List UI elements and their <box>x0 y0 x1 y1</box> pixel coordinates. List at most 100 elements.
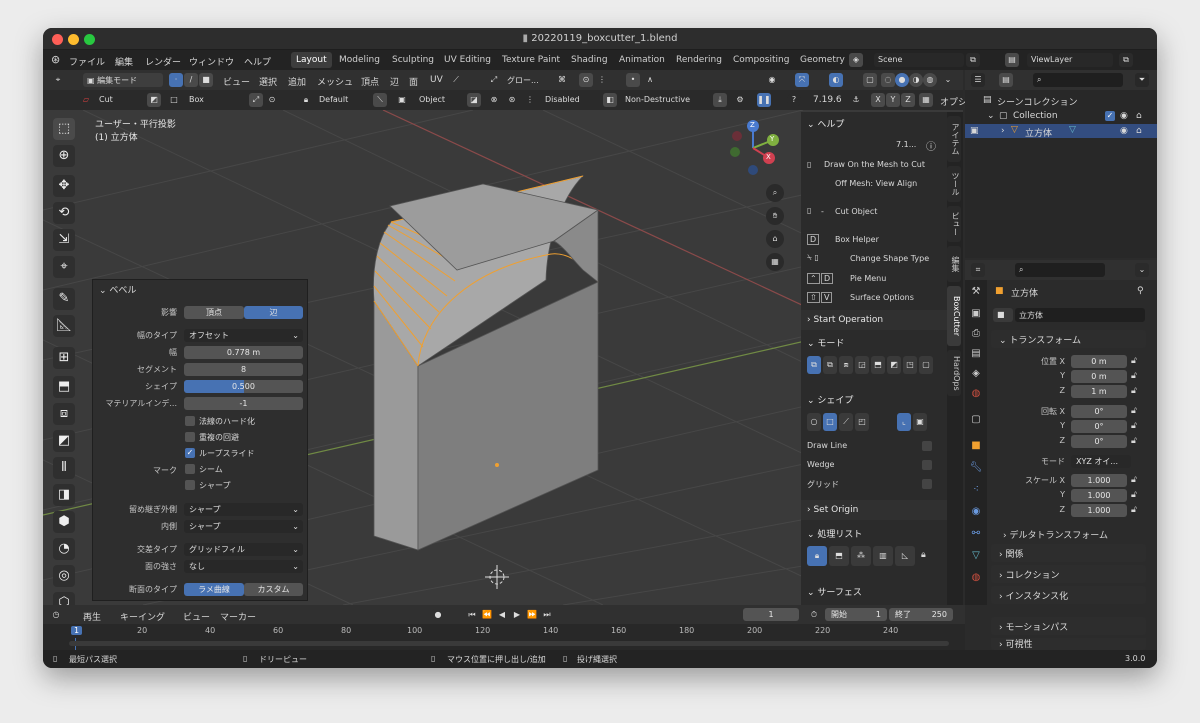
boolean-icon[interactable]: ◪ <box>467 93 481 107</box>
intersection-type-dropdown[interactable]: グリッドフィル ⌄ <box>184 543 303 556</box>
pause-icon[interactable]: ❚❚ <box>757 93 771 107</box>
object-eye-icon[interactable]: ◉ <box>1120 126 1128 136</box>
mode-section-header[interactable]: ⌄ モード <box>801 331 949 351</box>
render-props-icon[interactable]: ▣ <box>969 308 983 322</box>
shape-circle-icon[interactable]: ○ <box>807 413 821 431</box>
frame-start-field[interactable]: 開始 1 <box>825 608 887 621</box>
material-props-icon[interactable]: ◍ <box>969 572 983 586</box>
lock-icon[interactable]: 🔒︎ <box>299 93 313 107</box>
object-icon[interactable]: ▣ <box>395 93 409 107</box>
mode-make-icon[interactable]: ▢ <box>919 356 933 374</box>
poly-build-tool-icon[interactable]: ⬢ <box>53 511 75 533</box>
miter-outer-dropdown[interactable]: シャープ ⌄ <box>184 503 303 516</box>
collection-exclude-checkbox[interactable]: ✓ <box>1105 111 1115 121</box>
smooth-tool-icon[interactable]: ◎ <box>53 565 75 587</box>
menu-render[interactable]: レンダー <box>145 55 181 68</box>
visibility-panel-header[interactable]: › 可視性 <box>991 638 1146 650</box>
rotation-mode-dropdown[interactable]: XYZ オイ... <box>1071 455 1131 468</box>
menu-vertex[interactable]: 頂点 <box>361 75 379 88</box>
blender-logo-icon[interactable]: ⊛ <box>51 53 60 66</box>
shading-options-icon[interactable]: ⌄ <box>941 73 955 87</box>
transform-orientation-icon[interactable]: ⤢ <box>487 73 501 87</box>
menu-view[interactable]: ビュー <box>223 75 250 88</box>
menu-playback[interactable]: 再生 <box>83 610 101 623</box>
collection-label[interactable]: Collection <box>1013 111 1058 121</box>
inset-tool-icon[interactable]: ⧈ <box>53 403 75 425</box>
lock-location-z-icon[interactable]: 🔓︎ <box>1131 386 1137 396</box>
collection-eye-icon[interactable]: ◉ <box>1120 111 1128 121</box>
tab-view[interactable]: ビュー <box>947 206 961 242</box>
menu-face[interactable]: 面 <box>409 75 418 88</box>
tab-compositing[interactable]: Compositing <box>728 52 794 68</box>
lock-rotation-y-icon[interactable]: 🔓︎ <box>1131 421 1137 431</box>
ring-icon-2[interactable]: ⊛ <box>505 93 519 107</box>
outliner-row-cube[interactable]: ▣ › ▽ 立方体 ▽ ◉ ⌂ <box>965 124 1157 139</box>
tab-geometry[interactable]: Geometry <box>795 52 850 68</box>
gizmo-neg-z[interactable] <box>748 165 758 175</box>
lock-rotation-z-icon[interactable]: 🔓︎ <box>1131 436 1137 446</box>
xray-icon[interactable]: ▢ <box>863 73 877 87</box>
process-lock-icon[interactable]: 🔒︎ <box>807 546 827 566</box>
transform-tool-icon[interactable]: ⌖ <box>53 256 75 278</box>
collection-props-icon[interactable]: ▢ <box>969 414 983 428</box>
mirror-y-button[interactable]: Y <box>886 93 900 107</box>
process-box-icon[interactable]: ⬒ <box>829 546 849 566</box>
orientation-selector[interactable]: グロー... <box>503 73 563 87</box>
lock-scale-x-icon[interactable]: 🔓︎ <box>1131 475 1137 485</box>
object-name-field[interactable]: 立方体 <box>1015 308 1145 322</box>
copy-view-layer-icon[interactable]: ⧉ <box>1119 53 1133 67</box>
scale-tool-icon[interactable]: ⇲ <box>53 229 75 251</box>
surface-section-header[interactable]: ⌄ サーフェス <box>801 580 949 600</box>
relations-panel-header[interactable]: › 関係 <box>991 544 1146 562</box>
transform-panel-header[interactable]: ⌄ トランスフォーム <box>991 330 1146 348</box>
menu-edit[interactable]: 編集 <box>115 55 133 68</box>
gizmo-neg-x[interactable] <box>732 131 742 141</box>
spin-tool-icon[interactable]: ◔ <box>53 538 75 560</box>
falloff-icon[interactable]: ∧ <box>643 73 657 87</box>
wireframe-shading-icon[interactable]: ◌ <box>881 73 895 87</box>
menu-select[interactable]: 選択 <box>259 75 277 88</box>
profile-custom-button[interactable]: カスタム <box>244 583 303 596</box>
mirror-z-button[interactable]: Z <box>901 93 915 107</box>
shape-selector[interactable]: Box <box>185 93 247 107</box>
tab-item[interactable]: アイテム <box>947 116 961 162</box>
scene-selector[interactable]: Scene <box>874 53 964 67</box>
profile-superellipse-button[interactable]: ラメ曲線 <box>184 583 244 596</box>
play-reverse-icon[interactable]: ◀ <box>495 608 509 622</box>
instancing-panel-header[interactable]: › インスタンス化 <box>991 586 1146 604</box>
snap-target-icon[interactable]: ⋮ <box>595 73 609 87</box>
rotation-z-field[interactable]: 0° <box>1071 435 1127 448</box>
knife-tool-icon[interactable]: ◨ <box>53 484 75 506</box>
stopwatch-icon[interactable]: ⏱ <box>807 608 821 622</box>
help-section-header[interactable]: ⌄ ヘルプ <box>801 112 949 132</box>
shape-box-icon[interactable]: □ <box>823 413 837 431</box>
menu-file[interactable]: ファイル <box>69 55 105 68</box>
outliner-editor-icon[interactable]: ☰ <box>971 73 985 87</box>
jump-start-icon[interactable]: ⏮ <box>465 608 479 622</box>
rotation-x-field[interactable]: 0° <box>1071 405 1127 418</box>
location-z-field[interactable]: 1 m <box>1071 385 1127 398</box>
tab-edit[interactable]: 編集 <box>947 246 961 282</box>
scale-z-field[interactable]: 1.000 <box>1071 504 1127 517</box>
mode-intersect-icon[interactable]: ⧈ <box>839 356 853 374</box>
next-keyframe-icon[interactable]: ⏩ <box>525 608 539 622</box>
cube-mesh[interactable] <box>373 175 599 551</box>
properties-search-input[interactable]: ⌕ <box>1015 263 1105 277</box>
origin-corner-icon[interactable]: ⌞ <box>897 413 911 431</box>
mark-seam-checkbox[interactable] <box>185 464 195 474</box>
mesh-display-icon[interactable]: ▦ <box>919 93 933 107</box>
set-origin-header[interactable]: › Set Origin <box>801 500 949 520</box>
shape-option-1-icon[interactable]: ⤢ <box>249 93 263 107</box>
camera-icon[interactable]: ⌂ <box>766 230 784 248</box>
play-icon[interactable]: ▶ <box>510 608 524 622</box>
object-selector[interactable]: Object <box>415 93 465 107</box>
mode-slice-icon[interactable]: ⧉ <box>823 356 837 374</box>
solid-shading-icon[interactable]: ● <box>895 73 909 87</box>
apply-icon[interactable]: ⤓ <box>713 93 727 107</box>
pivot-icon[interactable]: ⌘ <box>555 73 569 87</box>
menu-window[interactable]: ウィンドウ <box>189 55 234 68</box>
rotation-y-field[interactable]: 0° <box>1071 420 1127 433</box>
mode-selector[interactable]: ▣ 編集モード <box>83 73 163 87</box>
menu-add[interactable]: 追加 <box>288 75 306 88</box>
properties-editor-icon[interactable]: ⌗ <box>971 263 985 277</box>
